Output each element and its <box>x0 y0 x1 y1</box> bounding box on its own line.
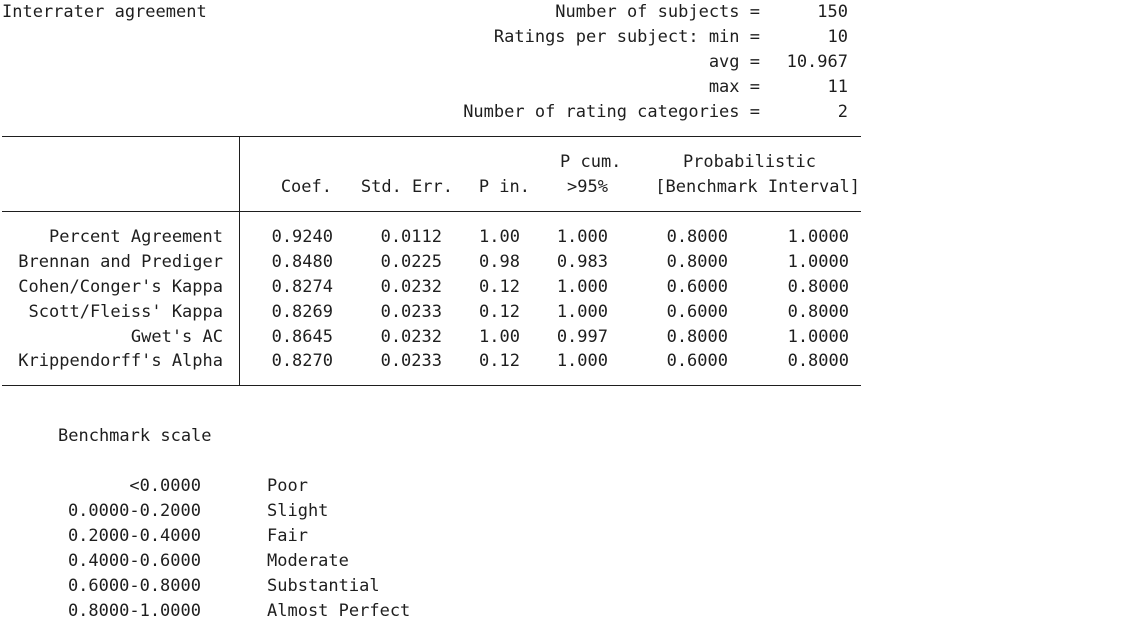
benchmark-label: Moderate <box>267 551 349 571</box>
summary-value-max: 11 <box>827 77 848 97</box>
cell-coef: 0.8645 <box>271 327 333 347</box>
row-label: Gwet's AC <box>130 327 223 347</box>
cell-interval-high: 1.0000 <box>787 252 849 272</box>
cell-interval-low: 0.6000 <box>666 277 728 297</box>
summary-label-categories: Number of rating categories = <box>463 102 760 122</box>
cell-interval-high: 0.8000 <box>787 302 849 322</box>
cell-pcum: 0.997 <box>556 327 608 347</box>
benchmark-range: 0.4000-0.6000 <box>67 551 201 571</box>
summary-value-categories: 2 <box>837 102 848 122</box>
summary-label-min: Ratings per subject: min = <box>493 27 760 47</box>
cell-pin: 0.12 <box>479 351 520 371</box>
cell-coef: 0.8274 <box>271 277 333 297</box>
table-stub-divider <box>239 136 240 386</box>
header-pcum-top: P cum. <box>560 152 622 172</box>
cell-coef: 0.9240 <box>271 227 333 247</box>
output-title: Interrater agreement <box>2 2 207 22</box>
cell-coef: 0.8480 <box>271 252 333 272</box>
cell-pcum: 0.983 <box>556 252 608 272</box>
cell-pcum: 1.000 <box>556 302 608 322</box>
benchmark-label: Slight <box>267 501 329 521</box>
cell-interval-low: 0.8000 <box>666 227 728 247</box>
cell-interval-low: 0.8000 <box>666 327 728 347</box>
header-pin: P in. <box>478 177 530 197</box>
header-coef: Coef. <box>280 177 332 197</box>
table-top-rule <box>2 136 861 137</box>
summary-label-avg: avg = <box>708 52 760 72</box>
summary-value-subjects: 150 <box>817 2 848 22</box>
benchmark-title: Benchmark scale <box>58 426 212 446</box>
cell-stderr: 0.0232 <box>380 277 442 297</box>
benchmark-range: <0.0000 <box>129 476 201 496</box>
benchmark-label: Fair <box>267 526 308 546</box>
cell-pcum: 1.000 <box>556 227 608 247</box>
cell-interval-high: 0.8000 <box>787 351 849 371</box>
cell-stderr: 0.0112 <box>380 227 442 247</box>
cell-interval-low: 0.6000 <box>666 351 728 371</box>
benchmark-range: 0.6000-0.8000 <box>67 576 201 596</box>
cell-coef: 0.8269 <box>271 302 333 322</box>
benchmark-label: Substantial <box>267 576 380 596</box>
summary-value-avg: 10.967 <box>786 52 848 72</box>
cell-stderr: 0.0225 <box>380 252 442 272</box>
header-probabilistic: Probabilistic <box>682 152 816 172</box>
cell-pin: 1.00 <box>479 327 520 347</box>
cell-pin: 0.98 <box>479 252 520 272</box>
cell-pcum: 1.000 <box>556 351 608 371</box>
benchmark-label: Almost Perfect <box>267 601 411 621</box>
benchmark-label: Poor <box>267 476 308 496</box>
row-label: Scott/Fleiss' Kappa <box>28 302 223 322</box>
header-benchmark-interval: [Benchmark Interval] <box>655 177 860 197</box>
cell-coef: 0.8270 <box>271 351 333 371</box>
cell-interval-low: 0.6000 <box>666 302 728 322</box>
cell-interval-low: 0.8000 <box>666 252 728 272</box>
header-pcum-bottom: >95% <box>567 177 608 197</box>
summary-label-subjects: Number of subjects = <box>555 2 760 22</box>
row-label: Cohen/Conger's Kappa <box>18 277 223 297</box>
cell-pin: 0.12 <box>479 302 520 322</box>
header-stderr: Std. Err. <box>360 177 453 197</box>
summary-value-min: 10 <box>827 27 848 47</box>
cell-pin: 0.12 <box>479 277 520 297</box>
benchmark-range: 0.0000-0.2000 <box>67 501 201 521</box>
cell-stderr: 0.0233 <box>380 351 442 371</box>
benchmark-range: 0.2000-0.4000 <box>67 526 201 546</box>
row-label: Percent Agreement <box>49 227 223 247</box>
table-header-rule <box>2 211 861 212</box>
cell-interval-high: 0.8000 <box>787 277 849 297</box>
cell-interval-high: 1.0000 <box>787 327 849 347</box>
cell-stderr: 0.0232 <box>380 327 442 347</box>
row-label: Krippendorff's Alpha <box>18 351 223 371</box>
summary-label-max: max = <box>708 77 760 97</box>
cell-pcum: 1.000 <box>556 277 608 297</box>
row-label: Brennan and Prediger <box>18 252 223 272</box>
cell-pin: 1.00 <box>479 227 520 247</box>
table-bottom-rule <box>2 385 861 386</box>
benchmark-range: 0.8000-1.0000 <box>67 601 201 621</box>
cell-stderr: 0.0233 <box>380 302 442 322</box>
cell-interval-high: 1.0000 <box>787 227 849 247</box>
